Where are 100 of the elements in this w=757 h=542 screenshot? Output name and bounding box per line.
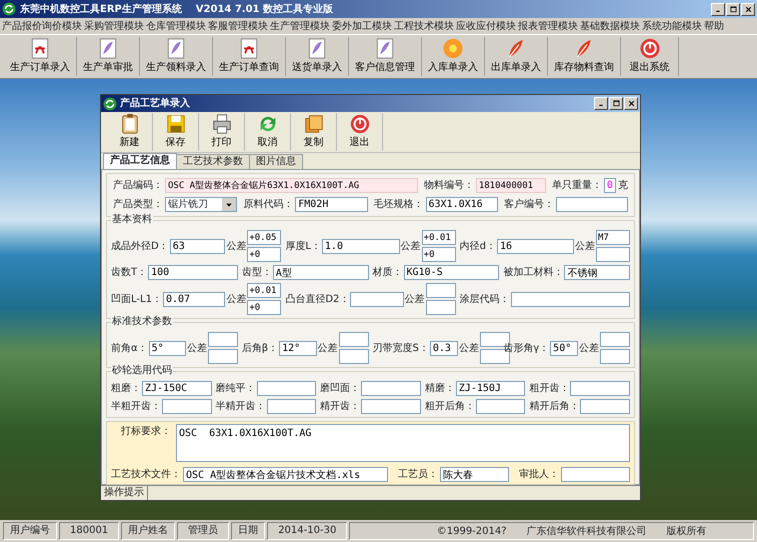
toolbar-button[interactable]: 生产订单查询 xyxy=(213,37,286,76)
input-field[interactable]: 12° xyxy=(279,340,316,356)
tab[interactable]: 产品工艺信息 xyxy=(103,153,177,169)
input-field[interactable]: 50° xyxy=(550,340,578,356)
field-label: 前角α： xyxy=(111,342,148,356)
status-cell: 日期 xyxy=(231,522,266,540)
field-label: 齿型： xyxy=(242,266,272,280)
field-label: 成品外径D： xyxy=(111,240,169,254)
field-label: 厚度L： xyxy=(285,240,321,254)
field-label: 粗开后角： xyxy=(424,400,475,414)
window-title: 东莞中机数控工具ERP生产管理系统 V2014 7.01 数控工具专业版 xyxy=(20,2,333,16)
toolbar-button[interactable]: 出库单录入 xyxy=(485,37,548,76)
input-field[interactable]: 16 xyxy=(497,238,574,254)
field-label: 精开后角： xyxy=(529,400,580,414)
toolbar-button[interactable]: 新建 xyxy=(107,113,153,151)
field-label: 打标要求： xyxy=(120,424,171,439)
field-label: 内径d： xyxy=(460,240,496,254)
field-label: 精开齿： xyxy=(320,400,360,414)
tolerance-label: 公差 xyxy=(404,292,425,306)
text-area[interactable]: OSC 63X1.0X16X100T.AG xyxy=(176,424,630,462)
input-field[interactable]: 0.3 xyxy=(430,340,458,356)
menu-item[interactable]: 产品报价询价模块 xyxy=(2,18,82,34)
menu-item[interactable]: 报表管理模块 xyxy=(518,18,578,34)
input-field[interactable]: 不锈钢 xyxy=(564,265,630,280)
dialog-title: 产品工艺单录入 xyxy=(120,96,190,111)
field-label: 半精开齿： xyxy=(216,400,266,414)
input-field[interactable]: 0.07 xyxy=(162,292,226,306)
input-field[interactable]: +0.01 xyxy=(422,230,456,245)
input-field[interactable]: 1810400001 xyxy=(476,178,546,193)
input-field[interactable]: +0 xyxy=(247,300,282,315)
status-cell: 管理员 xyxy=(177,522,230,540)
menu-item[interactable]: 委外加工模块 xyxy=(332,18,392,34)
input-field[interactable]: KG10-S xyxy=(404,265,500,280)
input-field[interactable]: M7 xyxy=(596,230,630,245)
input-field[interactable]: 陈大春 xyxy=(440,467,510,482)
menu-item[interactable]: 应收应付模块 xyxy=(456,18,516,34)
field-label: 粗磨： xyxy=(111,382,141,396)
tab[interactable]: 图片信息 xyxy=(249,154,303,169)
menu-item[interactable]: 生产管理模块 xyxy=(270,18,330,34)
tolerance-label: 公差 xyxy=(226,240,246,254)
field-label: 原料代码： xyxy=(243,198,294,212)
status-cell: 2014-10-30 xyxy=(267,522,348,540)
input-field[interactable]: +0.01 xyxy=(247,283,282,298)
toolbar-button[interactable]: 保存 xyxy=(153,113,199,151)
field-label: 磨凹面： xyxy=(320,382,360,396)
toolbar-button[interactable]: 打印 xyxy=(199,113,245,151)
field-label: 工艺员： xyxy=(398,468,438,482)
input-field[interactable]: +0 xyxy=(422,247,456,262)
field-label: 凹面L-L1： xyxy=(111,292,162,306)
tolerance-label: 公差 xyxy=(226,292,246,306)
status-cell: 用户编号 xyxy=(3,522,57,540)
group-title: 砂轮选用代码 xyxy=(111,365,173,377)
menu-item[interactable]: 客服管理模块 xyxy=(208,18,268,34)
menu-item[interactable]: 工程技术模块 xyxy=(394,18,454,34)
field-label: 后角β： xyxy=(242,342,278,356)
menu-item[interactable]: 采购管理模块 xyxy=(84,18,144,34)
field-label: 被加工材料： xyxy=(503,266,564,280)
toolbar-button[interactable]: 入库单录入 xyxy=(422,37,485,76)
group-title: 标准技术参数 xyxy=(111,316,173,328)
input-field[interactable]: A型 xyxy=(272,265,368,280)
field-label: 产品编码： xyxy=(113,178,163,193)
field-label: 半粗开齿： xyxy=(111,400,161,414)
tab[interactable]: 工艺技术参数 xyxy=(176,154,250,169)
toolbar-button[interactable]: 库存物料查询 xyxy=(548,37,621,76)
toolbar-button[interactable]: 送货单录入 xyxy=(286,37,349,76)
menu-item[interactable]: 基础数据模块 xyxy=(580,18,640,34)
toolbar-button[interactable]: 生产订单录入 xyxy=(4,37,77,76)
input-field[interactable]: OSC A型齿整体合金锯片63X1.0X16X100T.AG xyxy=(165,178,418,193)
field-label: 凸台直径D2： xyxy=(285,292,350,306)
group-title: 基本资料 xyxy=(111,214,153,226)
menu-item[interactable]: 帮助 xyxy=(704,18,724,34)
toolbar-button[interactable]: 生产单审批 xyxy=(77,37,140,76)
field-label: 产品类型： xyxy=(113,198,163,212)
menu-item[interactable]: 仓库管理模块 xyxy=(146,18,206,34)
toolbar-button[interactable]: 退出 xyxy=(337,113,383,151)
field-label: 毛坯规格： xyxy=(374,198,424,212)
input-field[interactable]: +0.05 xyxy=(247,230,282,245)
input-field[interactable]: ZJ-150J xyxy=(456,381,526,396)
field-label: 材质： xyxy=(372,266,402,280)
input-field[interactable]: +0 xyxy=(247,247,282,262)
input-field[interactable]: 63 xyxy=(170,238,226,254)
toolbar-button[interactable]: 客户信息管理 xyxy=(349,37,422,76)
input-field[interactable]: 5° xyxy=(148,340,186,356)
input-field[interactable]: 1.0 xyxy=(322,238,400,254)
tolerance-label: 公差 xyxy=(458,342,479,356)
toolbar-button[interactable]: 退出系统 xyxy=(621,37,679,76)
field-label: 齿数T： xyxy=(111,266,148,280)
input-field[interactable]: 100 xyxy=(148,265,238,280)
input-field[interactable]: ZJ-150C xyxy=(142,381,212,396)
toolbar-button[interactable]: 取消 xyxy=(245,113,291,151)
tolerance-label: 公差 xyxy=(579,342,600,356)
toolbar-button[interactable]: 生产领料录入 xyxy=(140,37,213,76)
field-label: 刃带宽度S： xyxy=(372,342,429,356)
dropdown[interactable]: 锯片铣刀 xyxy=(165,197,238,212)
input-field[interactable]: FM02H xyxy=(295,197,368,212)
input-field[interactable]: OSC A型齿整体合金锯片技术文档.xls xyxy=(183,467,388,482)
tolerance-label: 公差 xyxy=(318,342,338,356)
menu-item[interactable]: 系统功能模块 xyxy=(642,18,702,34)
toolbar-button[interactable]: 复制 xyxy=(291,113,337,151)
input-field[interactable]: 63X1.0X16 xyxy=(426,197,498,212)
